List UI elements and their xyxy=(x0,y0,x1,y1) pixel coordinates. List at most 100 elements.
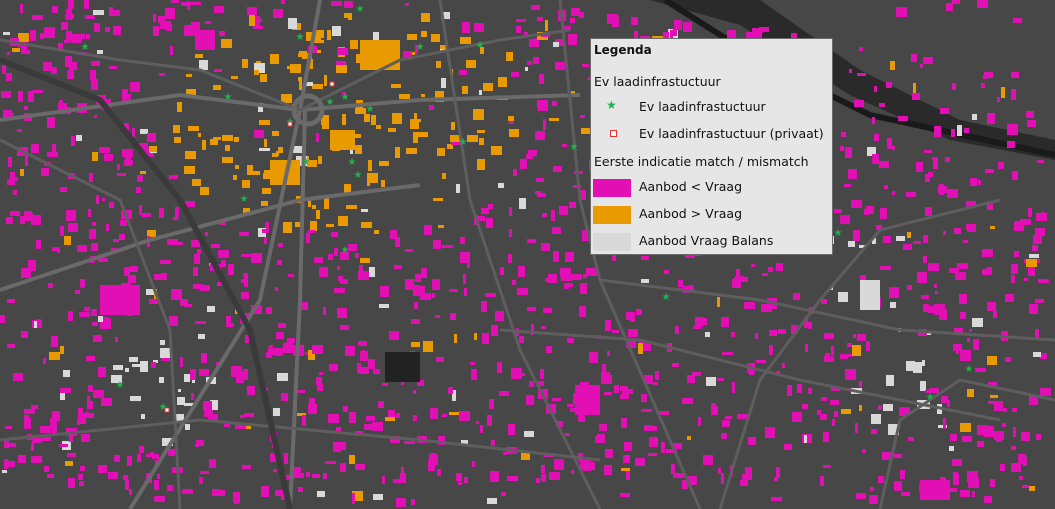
building xyxy=(140,129,148,134)
building xyxy=(306,472,310,477)
building xyxy=(471,369,477,380)
city-map[interactable]: ★★★★★★★★★★★★★★★★★★★★★★★ xyxy=(0,0,1055,509)
charger-public-star: ★ xyxy=(459,137,468,148)
building xyxy=(857,334,866,341)
building xyxy=(77,245,87,252)
building xyxy=(388,128,396,132)
building xyxy=(318,156,322,164)
building xyxy=(928,263,939,271)
building xyxy=(1007,124,1018,135)
building xyxy=(106,224,109,231)
building xyxy=(543,308,552,313)
building xyxy=(0,315,5,323)
building xyxy=(491,325,498,336)
building xyxy=(880,208,887,219)
building xyxy=(481,208,489,214)
building xyxy=(548,274,557,283)
building xyxy=(312,205,316,209)
building xyxy=(874,134,879,141)
building xyxy=(324,198,329,209)
building xyxy=(66,9,72,20)
building xyxy=(467,263,470,268)
building xyxy=(214,69,222,72)
building xyxy=(93,335,102,342)
building xyxy=(562,144,567,147)
building xyxy=(540,369,544,379)
building xyxy=(319,267,328,277)
building xyxy=(360,258,370,263)
charger-public-star: ★ xyxy=(416,42,425,53)
building xyxy=(355,464,365,470)
building xyxy=(153,14,156,22)
building xyxy=(336,2,341,5)
building xyxy=(301,302,308,310)
building xyxy=(526,395,534,405)
building xyxy=(834,411,838,417)
building xyxy=(951,129,955,137)
building xyxy=(913,241,921,244)
building xyxy=(129,357,138,362)
charger-public-star: ★ xyxy=(224,92,233,103)
building xyxy=(582,64,589,67)
building xyxy=(761,304,772,312)
building xyxy=(1007,141,1015,148)
building xyxy=(168,449,175,456)
building xyxy=(705,332,710,337)
building xyxy=(308,230,315,233)
building xyxy=(51,336,58,347)
building xyxy=(130,396,141,401)
building xyxy=(840,146,844,151)
building xyxy=(429,105,434,110)
building-dark xyxy=(385,352,420,382)
building xyxy=(935,291,938,294)
building xyxy=(636,309,642,315)
building xyxy=(695,317,703,327)
legend-row-private-charger: Ev laadinfrastuctuur (privaat) xyxy=(591,125,834,145)
building xyxy=(552,398,561,401)
building xyxy=(831,346,834,355)
building xyxy=(499,391,509,396)
building xyxy=(379,161,389,166)
building xyxy=(231,76,238,79)
building xyxy=(479,138,484,145)
building xyxy=(871,414,881,424)
building xyxy=(472,461,475,467)
building xyxy=(173,125,180,133)
building xyxy=(405,249,413,252)
building xyxy=(516,26,521,33)
building xyxy=(953,474,959,485)
building xyxy=(357,363,361,373)
building xyxy=(242,180,250,188)
building xyxy=(98,465,107,473)
building xyxy=(889,287,899,298)
building xyxy=(18,455,26,463)
building xyxy=(470,362,475,365)
building xyxy=(139,446,144,453)
building xyxy=(725,416,732,419)
building xyxy=(64,40,70,43)
building xyxy=(567,404,574,407)
building xyxy=(7,344,15,348)
building xyxy=(185,151,196,159)
building xyxy=(1033,235,1042,244)
building xyxy=(1029,304,1038,314)
building xyxy=(901,492,910,496)
building xyxy=(7,52,10,55)
charger-public-star: ★ xyxy=(356,4,365,15)
building xyxy=(346,205,357,209)
building xyxy=(97,50,103,54)
building xyxy=(928,306,938,313)
building xyxy=(87,401,93,409)
building xyxy=(884,185,888,189)
building xyxy=(147,133,156,142)
building xyxy=(485,293,496,297)
building xyxy=(1040,353,1047,359)
building xyxy=(769,345,773,355)
building xyxy=(848,169,857,179)
building xyxy=(114,455,120,462)
building xyxy=(998,162,1004,169)
building xyxy=(527,307,536,311)
charger-public-star: ★ xyxy=(354,170,363,181)
building xyxy=(359,265,363,274)
building xyxy=(157,474,160,479)
